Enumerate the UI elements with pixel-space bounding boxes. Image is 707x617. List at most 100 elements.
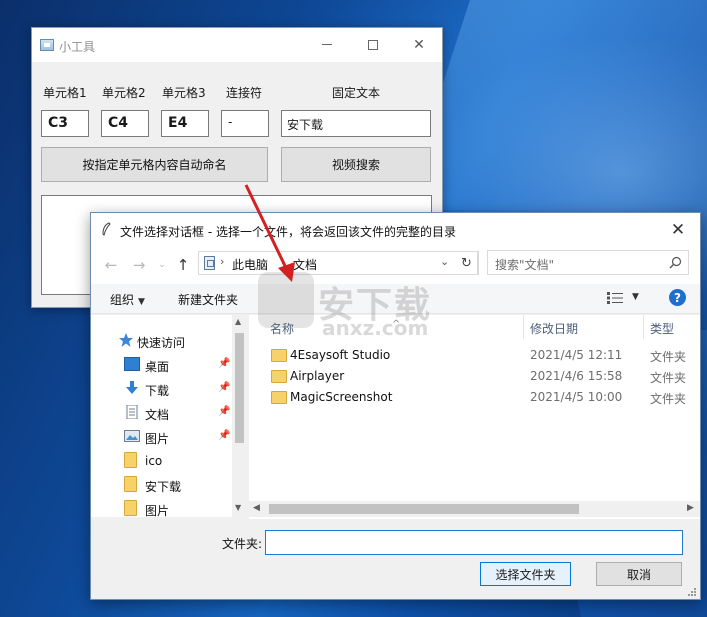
pictures-icon (124, 430, 140, 442)
file-row[interactable]: 4Esaysoft Studio 2021/4/5 12:11 文件夹 (249, 345, 700, 366)
forward-button[interactable]: → (128, 254, 150, 276)
file-type: 文件夹 (650, 392, 687, 406)
connector-label: 连接符 (226, 86, 263, 100)
maximize-icon (368, 39, 378, 50)
organize-label: 组织 (110, 293, 135, 307)
file-date: 2021/4/5 10:00 (530, 390, 623, 404)
file-type: 文件夹 (650, 350, 687, 364)
app-icon (40, 39, 54, 51)
watermark-subtext: anxz.com (322, 316, 429, 340)
sidebar-item-anxz[interactable]: 安下载 (91, 473, 231, 497)
breadcrumb-separator-icon: › (281, 255, 286, 268)
address-bar[interactable]: › 此电脑 › 文档 ⌄ (198, 251, 479, 275)
maximize-button[interactable] (350, 28, 396, 61)
fixed-text-input[interactable]: 安下载 (281, 110, 431, 137)
cancel-button[interactable]: 取消 (596, 562, 682, 586)
column-header-date[interactable]: 修改日期 (530, 315, 578, 339)
close-icon: ✕ (413, 36, 425, 53)
auto-rename-button[interactable]: 按指定单元格内容自动命名 (41, 147, 268, 182)
back-button[interactable]: ← (100, 254, 122, 276)
forward-arrow-icon: → (132, 256, 146, 274)
folder-input[interactable] (265, 530, 683, 555)
window-title: 小工具 (59, 40, 96, 54)
video-search-button[interactable]: 视频搜索 (281, 147, 431, 182)
search-placeholder: 搜索"文档" (495, 258, 555, 272)
folder-icon (271, 349, 287, 362)
cell1-input[interactable]: C3 (41, 110, 89, 137)
tool-titlebar[interactable]: 小工具 ✕ (32, 28, 442, 62)
scroll-thumb[interactable] (235, 333, 244, 443)
column-header-type[interactable]: 类型 (650, 315, 674, 339)
light-beam (401, 0, 707, 210)
file-name: 4Esaysoft Studio (290, 348, 391, 362)
resize-grip-icon[interactable] (687, 587, 697, 597)
nav-scrollbar[interactable]: ▲ ▼ (232, 315, 247, 517)
file-row[interactable]: MagicScreenshot 2021/4/5 10:00 文件夹 (249, 387, 700, 408)
recent-locations-button[interactable]: ⌄ (151, 254, 173, 276)
sidebar-item-ico[interactable]: ico (91, 449, 231, 473)
refresh-icon: ↻ (461, 255, 472, 271)
cell1-label: 单元格1 (43, 86, 87, 100)
scroll-down-icon[interactable]: ▼ (235, 503, 241, 512)
chevron-down-icon: ⌄ (158, 260, 166, 270)
folder-label: 文件夹: (222, 537, 263, 551)
cell3-label: 单元格3 (162, 86, 206, 100)
file-list: 名称 ^ 修改日期 类型 4Esaysoft Studio 2021/4/5 1… (249, 315, 700, 519)
sidebar-item-label: 文档 (145, 408, 170, 422)
watermark-lock-icon (258, 272, 314, 328)
sidebar-item-documents[interactable]: 文档 📌 (91, 401, 231, 425)
dialog-close-button[interactable]: ✕ (663, 217, 693, 242)
horizontal-scrollbar[interactable]: ◀ ▶ (249, 501, 700, 517)
feather-icon (102, 222, 111, 236)
new-folder-button[interactable]: 新建文件夹 (178, 291, 238, 308)
cell3-input[interactable]: E4 (161, 110, 209, 137)
address-dropdown-icon[interactable]: ⌄ (440, 255, 449, 268)
file-name: Airplayer (290, 369, 345, 383)
navigation-pane: 快速访问 桌面 📌 下载 📌 文档 📌 图片 📌 ico 安下载 图片 (91, 315, 247, 518)
refresh-button[interactable]: ↻ (456, 251, 478, 275)
search-input[interactable]: 搜索"文档" (487, 250, 689, 275)
scroll-up-icon[interactable]: ▲ (235, 317, 241, 326)
star-icon (119, 333, 133, 347)
column-divider[interactable] (523, 315, 524, 339)
folder-icon (271, 370, 287, 383)
select-folder-button[interactable]: 选择文件夹 (480, 562, 571, 586)
dialog-titlebar[interactable]: 文件选择对话框 - 选择一个文件，将会返回该文件的完整的目录 ✕ (91, 213, 700, 246)
sidebar-item-label: 桌面 (145, 360, 170, 374)
up-button[interactable]: ↑ (172, 254, 194, 276)
sidebar-item-label: 图片 (145, 432, 170, 446)
sidebar-item-label: 安下载 (145, 480, 182, 494)
sidebar-item-quick-access[interactable]: 快速访问 (91, 329, 231, 353)
document-icon (126, 405, 138, 419)
file-dialog: 文件选择对话框 - 选择一个文件，将会返回该文件的完整的目录 ✕ ← → ⌄ ↑… (90, 212, 701, 600)
help-icon[interactable]: ? (669, 289, 686, 306)
cell2-input[interactable]: C4 (101, 110, 149, 137)
file-date: 2021/4/6 15:58 (530, 369, 623, 383)
sidebar-item-desktop[interactable]: 桌面 📌 (91, 353, 231, 377)
scroll-right-icon[interactable]: ▶ (687, 503, 694, 513)
sidebar-item-label: 下载 (145, 384, 170, 398)
folder-icon (124, 452, 137, 468)
minimize-button[interactable] (304, 28, 350, 61)
view-options-icon[interactable] (607, 292, 623, 304)
sidebar-item-label: 图片 (145, 504, 170, 518)
file-row[interactable]: Airplayer 2021/4/6 15:58 文件夹 (249, 366, 700, 387)
pin-icon: 📌 (218, 358, 231, 369)
organize-menu[interactable]: 组织 ▼ (110, 291, 145, 308)
sidebar-item-pictures-folder[interactable]: 图片 (91, 497, 231, 521)
dialog-title: 文件选择对话框 - 选择一个文件，将会返回该文件的完整的目录 (120, 225, 456, 239)
close-button[interactable]: ✕ (396, 28, 442, 61)
scroll-left-icon[interactable]: ◀ (253, 503, 260, 513)
sidebar-item-pictures[interactable]: 图片 📌 (91, 425, 231, 449)
breadcrumb-documents[interactable]: 文档 (293, 256, 317, 273)
column-divider[interactable] (643, 315, 644, 339)
caret-down-icon[interactable]: ▼ (632, 292, 639, 302)
file-name: MagicScreenshot (290, 390, 393, 404)
breadcrumb-this-pc[interactable]: 此电脑 (232, 256, 268, 273)
scroll-thumb[interactable] (269, 504, 579, 514)
connector-input[interactable]: - (221, 110, 269, 137)
download-icon (126, 381, 138, 394)
sidebar-item-label: 快速访问 (137, 336, 186, 350)
folder-icon (271, 391, 287, 404)
sidebar-item-downloads[interactable]: 下载 📌 (91, 377, 231, 401)
